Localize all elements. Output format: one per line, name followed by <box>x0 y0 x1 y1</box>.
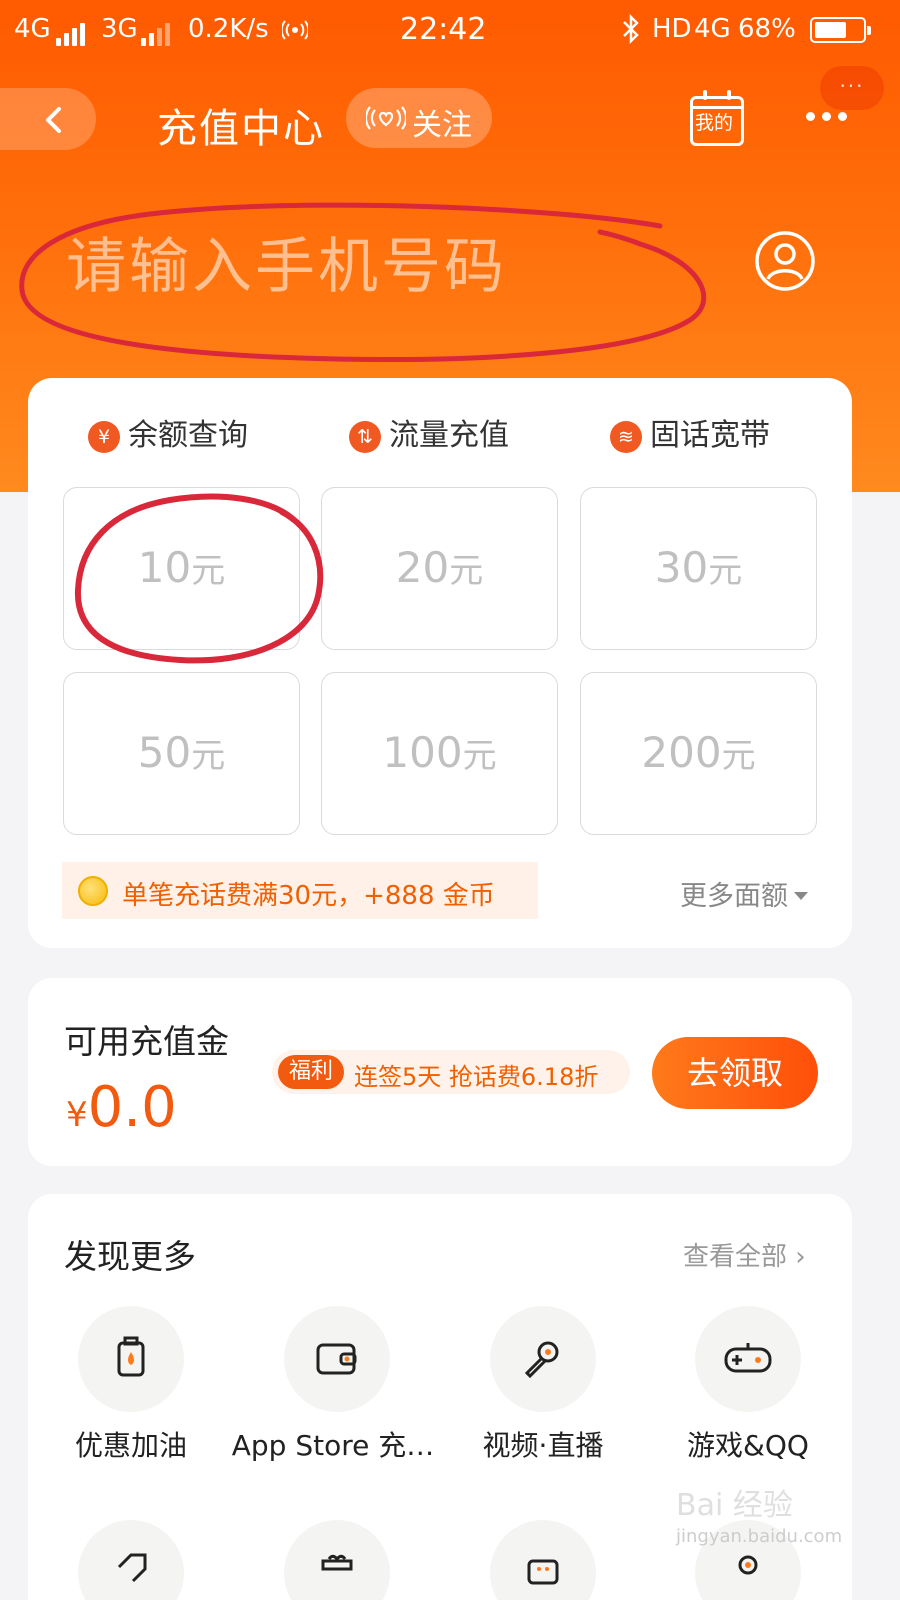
more-dot-icon <box>838 112 847 121</box>
amount-unit: 元 <box>708 551 743 591</box>
battery-percent: 68% <box>738 14 796 44</box>
bluetooth-icon <box>621 13 641 51</box>
hd-indicator: HD <box>652 14 692 44</box>
mini-program-menu-button[interactable]: ··· <box>820 66 884 110</box>
fuel-icon <box>117 1336 145 1377</box>
page-title: 充值中心 <box>157 106 325 152</box>
service-video-live[interactable] <box>490 1306 596 1412</box>
follow-button[interactable]: 关注 <box>346 88 492 148</box>
welfare-text: 连签5天 抢话费6.18折 <box>354 1063 599 1091</box>
amount-value: 10 <box>137 543 192 592</box>
amount-option-30[interactable]: 30元 <box>580 487 817 650</box>
back-button[interactable] <box>0 88 96 150</box>
tag-icon <box>117 1553 147 1583</box>
service-fuel[interactable] <box>78 1306 184 1412</box>
quick-action-label: 流量充值 <box>389 418 509 453</box>
coin-promo-banner[interactable]: 单笔充话费满30元，+888 金币 <box>62 862 538 919</box>
balance-title: 可用充值金 <box>64 1022 229 1061</box>
balance-amount: 0.0 <box>87 1075 177 1140</box>
currency-symbol: ¥ <box>66 1095 88 1135</box>
clock: 22:42 <box>400 12 487 47</box>
signal-icon-1 <box>56 16 88 46</box>
service-games-qq[interactable] <box>695 1306 801 1412</box>
location-icon <box>738 1555 758 1575</box>
wifi-icon: ≋ <box>610 421 642 453</box>
claim-button[interactable]: 去领取 <box>652 1037 818 1109</box>
amount-unit: 元 <box>721 736 756 776</box>
quick-action-label: 固话宽带 <box>650 418 770 453</box>
network-type-2: 3G <box>101 14 138 44</box>
tv-icon <box>527 1559 559 1585</box>
watermark-sub: jingyan.baidu.com <box>676 1526 843 1547</box>
amount-value: 50 <box>137 728 192 777</box>
amount-value: 100 <box>382 728 463 777</box>
my-orders-button[interactable]: 我的 <box>690 90 744 146</box>
amount-option-100[interactable]: 100元 <box>321 672 558 835</box>
signal-icon-2 <box>141 16 173 46</box>
amount-value: 30 <box>654 543 709 592</box>
service-label: App Store 充… <box>231 1429 435 1462</box>
amount-value: 20 <box>395 543 450 592</box>
status-bar: 4G 3G 0.2K/s 22:42 HD 4G 68% <box>0 0 900 62</box>
contact-icon[interactable] <box>754 230 816 292</box>
network-type-1: 4G <box>14 14 51 44</box>
amount-unit: 元 <box>462 736 497 776</box>
service-label: 优惠加油 <box>74 1429 187 1462</box>
my-orders-label: 我的 <box>694 112 733 134</box>
discover-title: 发现更多 <box>64 1237 196 1276</box>
promo-text: 单笔充话费满30元，+888 金币 <box>122 881 495 911</box>
service-label: 视频·直播 <box>482 1429 604 1462</box>
amount-value: 200 <box>641 728 722 777</box>
watermark: Bai 经验 jingyan.baidu.com <box>676 1480 842 1547</box>
data-flow-icon: ⇅ <box>349 421 381 453</box>
phone-number-input[interactable]: 请输入手机号码 <box>66 218 686 308</box>
amount-option-10[interactable]: 10元 <box>63 487 300 650</box>
microphone-icon <box>524 1341 559 1379</box>
see-all-link[interactable]: 查看全部 › <box>683 1236 806 1273</box>
caret-down-icon <box>794 892 808 900</box>
watermark-main: Bai 经验 <box>676 1488 793 1523</box>
quick-action-data-recharge[interactable]: ⇅ 流量充值 <box>349 410 509 454</box>
more-amounts-label: 更多面额 <box>680 881 788 912</box>
network-type-3: 4G <box>694 14 731 44</box>
gamepad-icon <box>724 1343 772 1373</box>
amount-unit: 元 <box>191 736 226 776</box>
amount-unit: 元 <box>191 551 226 591</box>
more-amounts-toggle[interactable]: 更多面额 <box>680 874 808 913</box>
network-speed: 0.2K/s <box>188 14 269 44</box>
broadcast-heart-icon <box>366 106 406 130</box>
hotspot-icon <box>280 18 310 48</box>
amount-unit: 元 <box>449 551 484 591</box>
amount-option-200[interactable]: 200元 <box>580 672 817 835</box>
quick-action-label: 余额查询 <box>128 418 248 453</box>
more-dot-icon <box>806 112 815 121</box>
quick-action-balance-query[interactable]: ¥ 余额查询 <box>88 410 248 454</box>
service-app-store[interactable] <box>284 1306 390 1412</box>
quick-action-broadband[interactable]: ≋ 固话宽带 <box>610 410 770 454</box>
amount-option-20[interactable]: 20元 <box>321 487 558 650</box>
coin-icon <box>78 876 108 906</box>
welfare-tag: 福利 <box>278 1055 344 1089</box>
more-dot-icon <box>822 112 831 121</box>
gift-icon <box>321 1554 353 1571</box>
chevron-left-icon <box>46 107 61 133</box>
follow-label: 关注 <box>412 108 472 143</box>
balance-value: ¥0.0 <box>66 1075 177 1140</box>
battery-icon <box>804 16 871 46</box>
welfare-banner[interactable]: 福利 连签5天 抢话费6.18折 <box>272 1050 630 1094</box>
service-label: 游戏&QQ <box>687 1429 809 1462</box>
yen-search-icon: ¥ <box>88 421 120 453</box>
wallet-icon <box>316 1343 357 1375</box>
amount-option-50[interactable]: 50元 <box>63 672 300 835</box>
